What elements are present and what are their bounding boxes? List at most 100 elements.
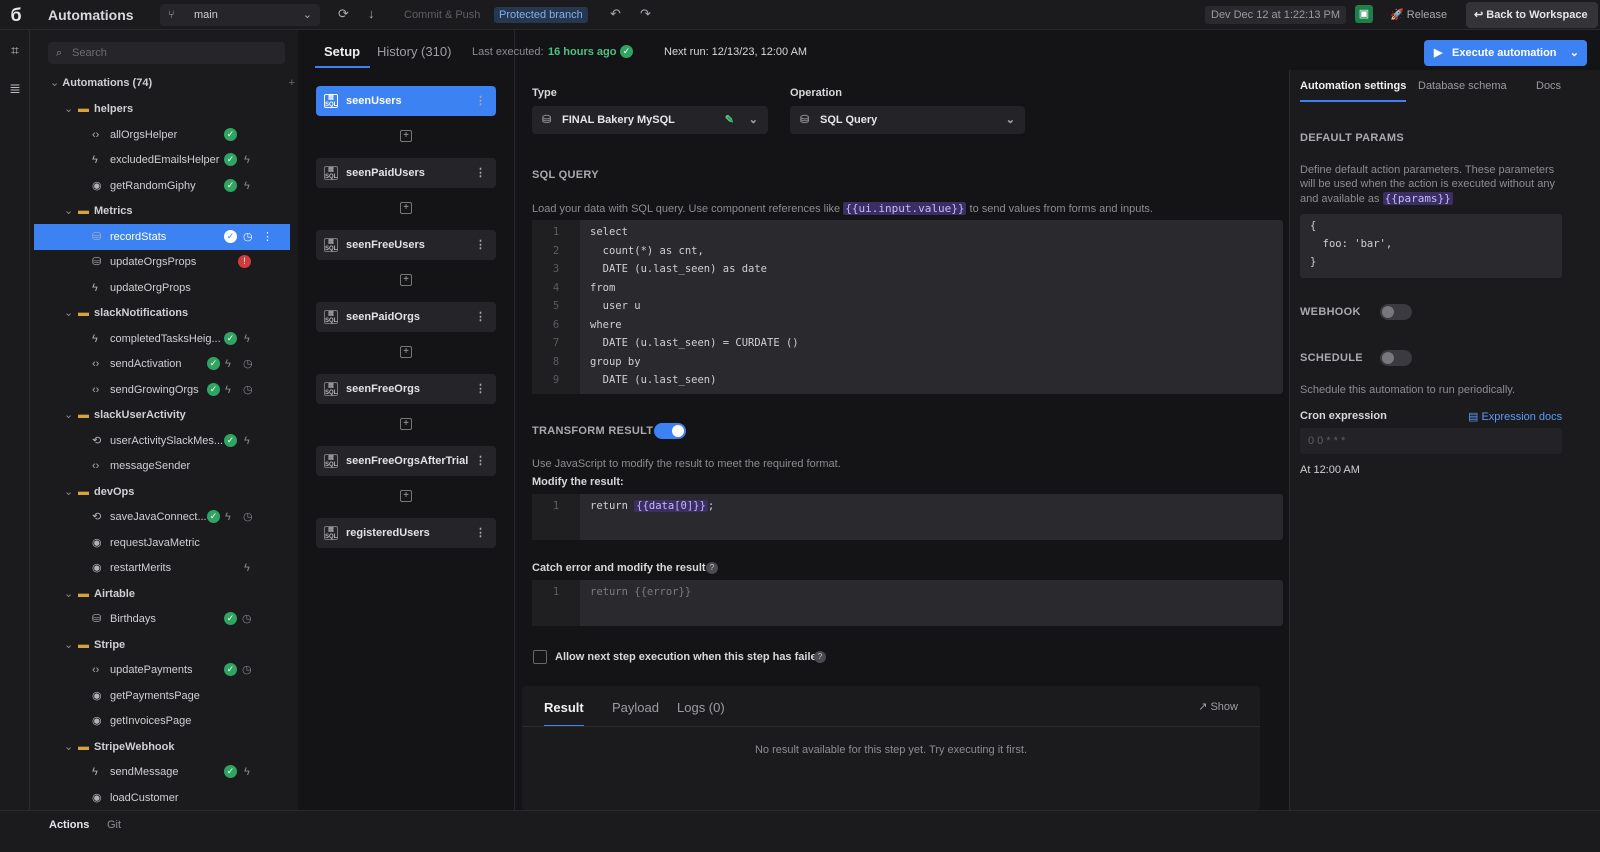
tab-setup[interactable]: Setup bbox=[324, 44, 360, 59]
tab-git[interactable]: Git bbox=[107, 819, 121, 831]
tree-folder[interactable]: ⌄ ▬ slackUserActivity bbox=[34, 402, 290, 428]
cron-input[interactable]: 0 0 * * * bbox=[1300, 428, 1562, 454]
commit-push-button[interactable]: Commit & Push bbox=[404, 9, 480, 21]
tab-automation-settings[interactable]: Automation settings bbox=[1300, 80, 1407, 102]
step-card[interactable]: ▤ SQL seenFreeOrgsAfterTrial ⋮ bbox=[316, 446, 496, 476]
expression-docs-link[interactable]: ▤ Expression docs bbox=[1468, 410, 1562, 423]
branch-selector[interactable]: ⑂ main ⌄ bbox=[160, 4, 320, 26]
schedule-toggle[interactable] bbox=[1380, 350, 1412, 366]
tree-item[interactable]: ‹› updatePayments ✓ ◷ bbox=[34, 657, 290, 683]
tree-item[interactable]: ϟ sendMessage ✓ ϟ bbox=[34, 759, 290, 785]
allow-next-checkbox[interactable] bbox=[533, 650, 547, 664]
release-button[interactable]: 🚀 Release bbox=[1390, 8, 1447, 21]
tree-root[interactable]: ⌄ Automations (74) + bbox=[50, 70, 295, 96]
pull-icon[interactable]: ↓ bbox=[368, 6, 375, 21]
tree-item[interactable]: ⛁ updateOrgsProps! bbox=[34, 249, 290, 275]
tree-item[interactable]: ⟲ saveJavaConnect... ✓ ϟ ◷ bbox=[34, 504, 290, 530]
tree-folder[interactable]: ⌄ ▬ devOps bbox=[34, 479, 290, 505]
tree-item[interactable]: ‹› allOrgsHelper ✓ bbox=[34, 122, 290, 148]
more-icon[interactable]: ⋮ bbox=[475, 374, 486, 404]
add-step-icon[interactable]: + bbox=[400, 490, 412, 502]
operation-select[interactable]: ⛁ SQL Query ⌄ bbox=[790, 106, 1025, 134]
more-icon[interactable]: ⋮ bbox=[475, 158, 486, 188]
app-logo-icon[interactable]: б bbox=[6, 5, 26, 25]
chevron-down-icon[interactable]: ⌄ bbox=[1570, 40, 1579, 66]
tree-item[interactable]: ◉ requestJavaMetric bbox=[34, 530, 290, 556]
params-editor[interactable]: { foo: 'bar', } bbox=[1300, 214, 1562, 278]
tab-docs[interactable]: Docs bbox=[1536, 80, 1561, 92]
tree-folder[interactable]: ⌄ ▬ Metrics bbox=[34, 198, 290, 224]
add-step-icon[interactable]: + bbox=[400, 130, 412, 142]
tab-result[interactable]: Result bbox=[544, 700, 584, 727]
add-icon[interactable]: + bbox=[289, 70, 295, 96]
tab-database-schema[interactable]: Database schema bbox=[1418, 80, 1507, 92]
save-icon[interactable]: ▣ bbox=[1355, 5, 1373, 23]
add-step-icon[interactable]: + bbox=[400, 202, 412, 214]
back-to-workspace-button[interactable]: ↩ Back to Workspace bbox=[1466, 2, 1598, 28]
tree-folder[interactable]: ⌄ ▬ StripeWebhook bbox=[34, 734, 290, 760]
tree-item[interactable]: ‹› sendActivation ✓ ϟ ◷ bbox=[34, 351, 290, 377]
success-icon: ✓ bbox=[207, 357, 220, 370]
add-step-icon[interactable]: + bbox=[400, 418, 412, 430]
line-number: 1 bbox=[552, 586, 560, 598]
tab-history[interactable]: History (310) bbox=[377, 44, 451, 59]
tree-item[interactable]: ◉ loadCustomer bbox=[34, 785, 290, 811]
transform-toggle[interactable] bbox=[654, 423, 686, 439]
step-card[interactable]: ▤ SQL registeredUsers ⋮ bbox=[316, 518, 496, 548]
tree-item[interactable]: ◉ getInvoicesPage bbox=[34, 708, 290, 734]
more-icon[interactable]: ⋮ bbox=[475, 230, 486, 260]
webhook-toggle[interactable] bbox=[1380, 304, 1412, 320]
add-step-icon[interactable]: + bbox=[400, 346, 412, 358]
tab-payload[interactable]: Payload bbox=[612, 700, 659, 715]
type-select[interactable]: ⛁ FINAL Bakery MySQL ✎ ⌄ bbox=[532, 106, 768, 134]
more-icon[interactable]: ⋮ bbox=[262, 224, 273, 250]
add-step-icon[interactable]: + bbox=[400, 274, 412, 286]
show-button[interactable]: ↗ Show bbox=[1198, 700, 1238, 713]
step-card[interactable]: ▤ SQL seenFreeOrgs ⋮ bbox=[316, 374, 496, 404]
step-card[interactable]: ▤ SQL seenPaidOrgs ⋮ bbox=[316, 302, 496, 332]
schedule-icon: ◷ bbox=[242, 613, 252, 625]
tree-item[interactable]: ⟲ userActivitySlackMes... ✓ ϟ bbox=[34, 428, 290, 454]
tree-item-label: loadCustomer bbox=[110, 791, 179, 804]
tree-item[interactable]: ◉ getRandomGiphy ✓ ϟ bbox=[34, 173, 290, 199]
tab-logs[interactable]: Logs (0) bbox=[677, 700, 725, 715]
tree-folder[interactable]: ⌄ ▬ slackNotifications bbox=[34, 300, 290, 326]
tree-item[interactable]: ϟ excludedEmailsHelper ✓ ϟ bbox=[34, 147, 290, 173]
step-card[interactable]: ▤ SQL seenFreeUsers ⋮ bbox=[316, 230, 496, 260]
redo-icon[interactable]: ↷ bbox=[640, 6, 651, 22]
sql-icon: ▤ SQL bbox=[324, 94, 338, 108]
execute-automation-button[interactable]: ▶ Execute automation ⌄ bbox=[1424, 40, 1587, 66]
tree-folder-label: slackUserActivity bbox=[94, 409, 186, 421]
tree-item[interactable]: ⛁ recordStats ✓ ◷ ⋮ bbox=[34, 223, 290, 250]
tree-folder[interactable]: ⌄ ▬ Airtable bbox=[34, 581, 290, 607]
step-card[interactable]: ▤ SQL seenUsers ⋮ bbox=[316, 86, 496, 116]
tree-folder[interactable]: ⌄ ▬ Stripe bbox=[34, 632, 290, 658]
step-label: seenPaidUsers bbox=[346, 167, 425, 179]
catch-editor[interactable]: 1 return {{error}} bbox=[532, 580, 1283, 626]
more-icon[interactable]: ⋮ bbox=[475, 518, 486, 548]
edit-icon[interactable]: ✎ bbox=[725, 106, 734, 134]
tree-folder[interactable]: ⌄ ▬ helpers bbox=[34, 96, 290, 122]
tab-actions[interactable]: Actions bbox=[49, 819, 89, 831]
success-icon: ✓ bbox=[224, 433, 237, 447]
undo-icon[interactable]: ↶ bbox=[610, 6, 621, 22]
tree-item[interactable]: ‹› sendGrowingOrgs ✓ ϟ ◷ bbox=[34, 377, 290, 403]
help-icon[interactable]: ? bbox=[814, 651, 826, 663]
more-icon[interactable]: ⋮ bbox=[475, 86, 486, 116]
database-icon[interactable]: ≣ bbox=[6, 80, 24, 98]
help-icon[interactable]: ? bbox=[706, 562, 718, 574]
tree-item[interactable]: ⛁ Birthdays ✓ ◷ bbox=[34, 606, 290, 632]
sql-editor[interactable]: 1 select 2 count(*) as cnt, 3 DATE (u.last_… bbox=[532, 220, 1283, 394]
more-icon[interactable]: ⋮ bbox=[475, 446, 486, 476]
tree-item[interactable]: ◉ getPaymentsPage bbox=[34, 683, 290, 709]
modify-editor[interactable]: 1 return {{data[0]}}; bbox=[532, 494, 1283, 540]
search-input[interactable]: ⌕ Search bbox=[48, 42, 285, 64]
automations-icon[interactable]: ⌗ bbox=[6, 42, 24, 60]
tree-item[interactable]: ϟ updateOrgProps bbox=[34, 275, 290, 301]
tree-item[interactable]: ‹› messageSender bbox=[34, 453, 290, 479]
tree-item[interactable]: ◉ restartMerits ϟ bbox=[34, 555, 290, 581]
step-card[interactable]: ▤ SQL seenPaidUsers ⋮ bbox=[316, 158, 496, 188]
tree-item[interactable]: ϟ completedTasksHeig... ✓ ϟ bbox=[34, 326, 290, 352]
more-icon[interactable]: ⋮ bbox=[475, 302, 486, 332]
refresh-icon[interactable]: ⟳ bbox=[338, 6, 349, 22]
